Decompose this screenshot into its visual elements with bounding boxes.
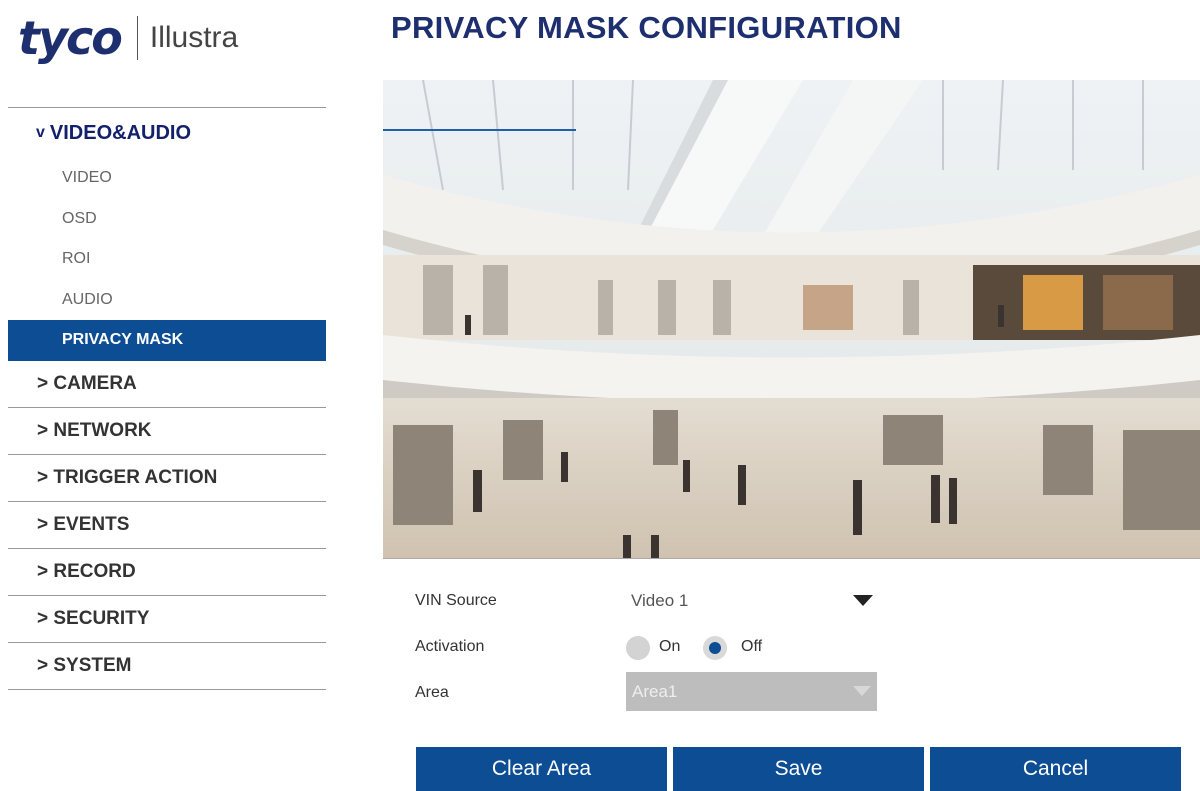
sidebar-item-privacy-mask[interactable]: PRIVACY MASK [8, 320, 326, 361]
sidebar-section-network[interactable]: > NETWORK [8, 408, 326, 455]
save-button[interactable]: Save [673, 747, 924, 791]
page-title: PRIVACY MASK CONFIGURATION [391, 10, 902, 45]
sidebar-section-camera[interactable]: > CAMERA [8, 361, 326, 408]
caret-down-icon [853, 686, 871, 696]
activation-label: Activation [415, 638, 485, 655]
sidebar-item-video[interactable]: VIDEO [8, 158, 326, 199]
clear-area-button[interactable]: Clear Area [416, 747, 667, 791]
area-label: Area [415, 684, 449, 701]
sidebar-section-events[interactable]: > EVENTS [8, 502, 326, 549]
logo-divider [136, 16, 138, 60]
caret-down-icon[interactable] [853, 595, 873, 606]
brand-logo: tyco Illustra [18, 8, 238, 68]
sidebar-item-audio[interactable]: AUDIO [8, 280, 326, 321]
vin-source-select[interactable]: Video 1 [631, 591, 688, 611]
sidebar-nav: v VIDEO&AUDIO VIDEO OSD ROI AUDIO PRIVAC… [8, 107, 326, 690]
mall-camera-image [383, 80, 1200, 558]
activation-on-radio[interactable] [626, 636, 650, 660]
sidebar-section-record[interactable]: > RECORD [8, 549, 326, 596]
area-select[interactable]: Area1 [626, 672, 877, 711]
logo-illustra-text: Illustra [149, 21, 239, 54]
activation-on-label: On [659, 638, 681, 655]
sidebar-item-osd[interactable]: OSD [8, 199, 326, 240]
sidebar-section-trigger-action[interactable]: > TRIGGER ACTION [8, 455, 326, 502]
area-select-value: Area1 [632, 681, 678, 701]
activation-off-radio[interactable] [703, 636, 727, 660]
sidebar-section-system[interactable]: > SYSTEM [8, 643, 326, 690]
video-preview-canvas[interactable] [383, 80, 1200, 559]
sidebar-section-security[interactable]: > SECURITY [8, 596, 326, 643]
sidebar-section-label: VIDEO&AUDIO [49, 121, 192, 144]
vin-source-label: VIN Source [415, 592, 497, 609]
cancel-button[interactable]: Cancel [930, 747, 1181, 791]
activation-off-label: Off [741, 638, 763, 655]
chevron-down-icon: v [36, 124, 45, 141]
sidebar-section-video-audio[interactable]: v VIDEO&AUDIO [8, 108, 326, 158]
sidebar-item-roi[interactable]: ROI [8, 239, 326, 280]
logo-tyco-text: tyco [18, 11, 123, 65]
